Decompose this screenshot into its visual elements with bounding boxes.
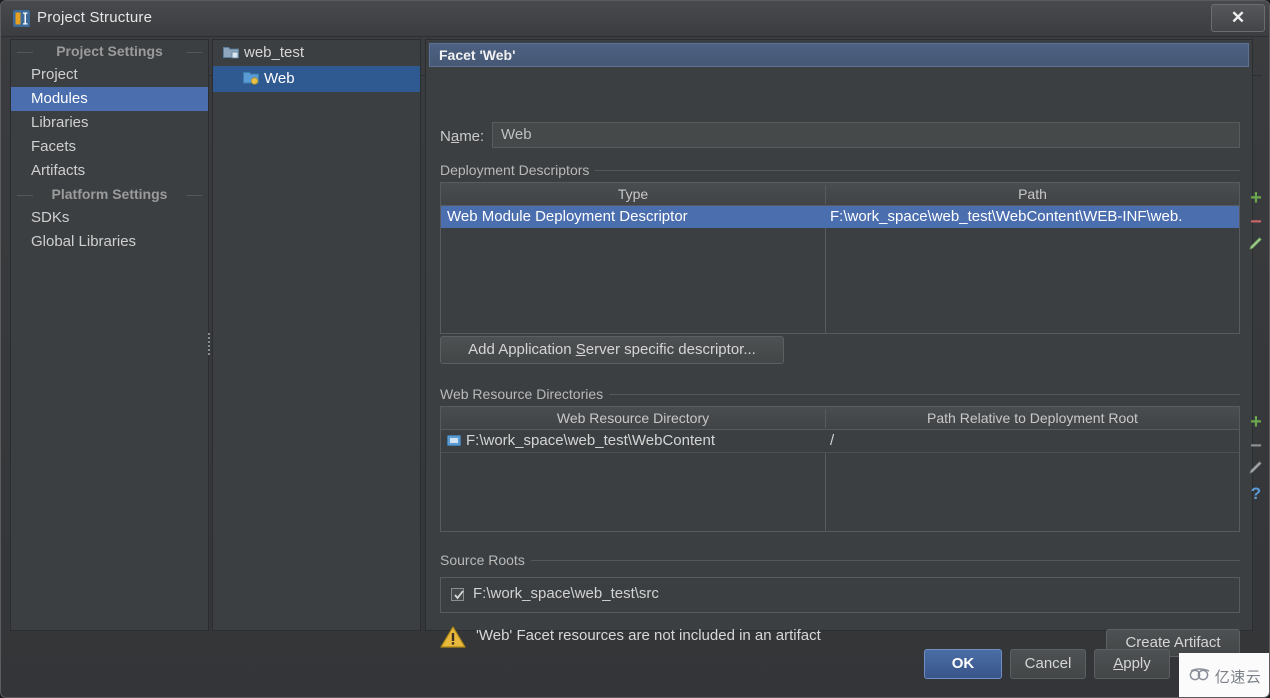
cancel-button[interactable]: Cancel	[1010, 649, 1086, 679]
add-resource-icon[interactable]: +	[1244, 410, 1268, 434]
sidebar-group-platform-settings: Platform Settings	[11, 183, 208, 206]
sidebar-item-project[interactable]: Project	[11, 63, 208, 87]
source-roots-list: F:\work_space\web_test\src	[440, 577, 1240, 613]
name-input[interactable]: Web	[492, 122, 1240, 148]
remove-descriptor-icon[interactable]: −	[1244, 210, 1268, 234]
folder-icon	[447, 432, 462, 452]
cell-path: F:\work_space\web_test\WebContent\WEB-IN…	[830, 208, 1183, 225]
column-header-path[interactable]: Path	[826, 183, 1239, 205]
name-label: Name:	[440, 128, 485, 145]
tree-node-web_test[interactable]: web_test	[213, 40, 420, 66]
web-facet-icon	[243, 68, 259, 85]
sidebar-group-project-settings: Project Settings	[11, 40, 208, 63]
table-header: Type Path	[441, 183, 1239, 206]
apply-button[interactable]: Apply	[1094, 649, 1170, 679]
table-row[interactable]: Web Module Deployment Descriptor F:\work…	[441, 206, 1239, 228]
column-divider	[825, 452, 826, 531]
web-resource-directories-table: Web Resource Directory Path Relative to …	[440, 406, 1240, 532]
table-row[interactable]: F:\work_space\web_test\WebContent /	[441, 430, 1239, 452]
window-title: Project Structure	[37, 9, 153, 26]
web-resource-actions: + − ?	[1244, 410, 1268, 506]
add-app-server-descriptor-button[interactable]: Add Application Server specific descript…	[440, 336, 784, 364]
module-folder-icon	[223, 42, 239, 59]
deployment-actions: + −	[1244, 186, 1268, 258]
tree-node-label: Web	[264, 70, 295, 87]
watermark-text: 亿速云	[1214, 668, 1262, 686]
cell-relative-path: /	[830, 432, 835, 449]
sidebar-item-facets[interactable]: Facets	[11, 135, 208, 159]
ok-button[interactable]: OK	[924, 649, 1002, 679]
facet-settings-panel: Facet 'Web' Name: Web Deployment Descrip…	[425, 39, 1262, 657]
table-header: Web Resource Directory Path Relative to …	[441, 407, 1239, 430]
intellij-icon	[13, 10, 30, 27]
column-header-type[interactable]: Type	[441, 183, 825, 205]
source-root-label: F:\work_space\web_test\src	[473, 585, 659, 602]
watermark: 亿速云	[1179, 653, 1269, 697]
remove-resource-icon[interactable]: −	[1244, 434, 1268, 458]
section-rule	[576, 170, 1240, 171]
add-descriptor-icon[interactable]: +	[1244, 186, 1268, 210]
cell-directory-label: F:\work_space\web_test\WebContent	[466, 432, 716, 449]
section-rule	[590, 394, 1240, 395]
project-structure-dialog: Project Structure ✕ + −	[0, 0, 1270, 698]
sidebar-item-modules[interactable]: Modules	[11, 87, 208, 111]
deployment-descriptors-table: Type Path Web Module Deployment Descript…	[440, 182, 1240, 334]
column-divider	[825, 228, 826, 333]
edit-resource-icon[interactable]	[1244, 458, 1268, 482]
source-roots-title: Source Roots	[440, 552, 531, 568]
tree-node-label: web_test	[244, 44, 305, 61]
edit-descriptor-icon[interactable]	[1244, 234, 1268, 258]
close-icon[interactable]: ✕	[1211, 4, 1265, 32]
sidebar-item-artifacts[interactable]: Artifacts	[11, 159, 208, 183]
cell-directory: F:\work_space\web_test\WebContent	[441, 430, 825, 452]
section-rule	[522, 560, 1240, 561]
facet-header: Facet 'Web'	[429, 43, 1249, 67]
dialog-footer: OK Cancel Apply	[10, 641, 1262, 689]
web-resource-directories-title: Web Resource Directories	[440, 386, 610, 402]
row-divider	[441, 452, 1239, 453]
title-bar: Project Structure ✕	[1, 1, 1269, 37]
help-icon[interactable]: ?	[1244, 482, 1268, 506]
sidebar-item-libraries[interactable]: Libraries	[11, 111, 208, 135]
settings-sidebar: Project Settings Project Modules Librari…	[10, 39, 209, 631]
sidebar-item-global-libraries[interactable]: Global Libraries	[11, 230, 208, 254]
column-header-web-resource-directory[interactable]: Web Resource Directory	[441, 407, 825, 429]
sidebar-item-sdks[interactable]: SDKs	[11, 206, 208, 230]
cell-type: Web Module Deployment Descriptor	[447, 208, 688, 225]
modules-tree: web_test Web	[212, 39, 421, 631]
column-header-path-relative[interactable]: Path Relative to Deployment Root	[826, 407, 1239, 429]
tree-node-web[interactable]: Web	[213, 66, 420, 92]
deployment-descriptors-title: Deployment Descriptors	[440, 162, 596, 178]
source-root-checkbox[interactable]	[451, 588, 464, 601]
cloud-logo-icon	[1189, 667, 1211, 686]
